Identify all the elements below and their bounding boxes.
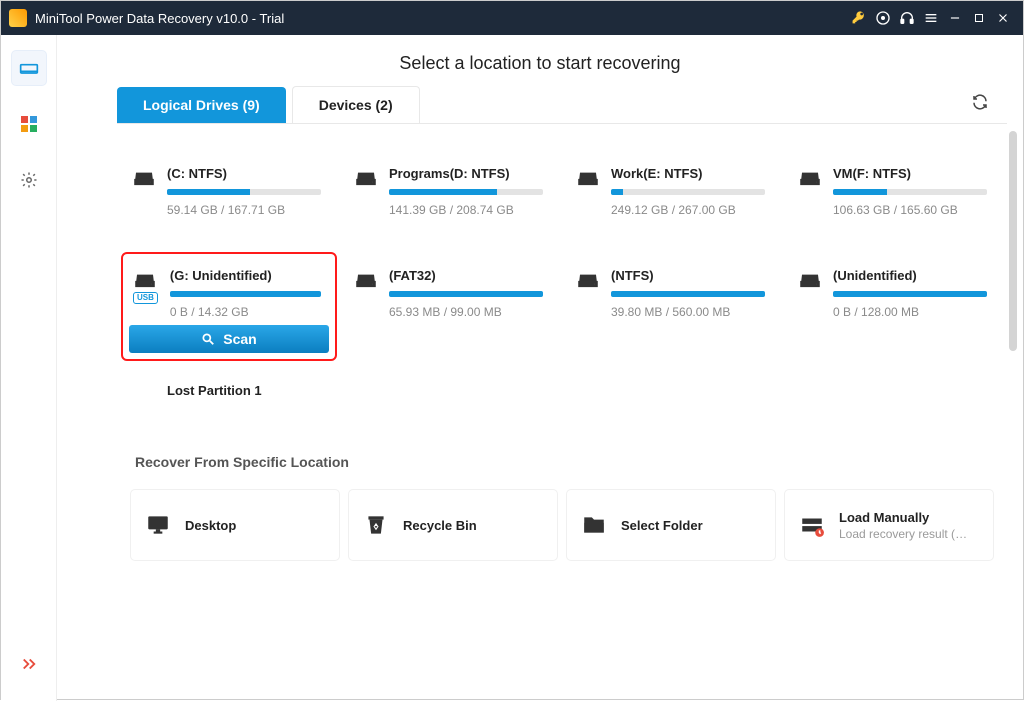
sidebar — [1, 35, 57, 701]
drive-usage: 59.14 GB / 167.71 GB — [167, 203, 321, 217]
usage-bar — [611, 189, 765, 195]
location-title: Load Manually — [839, 510, 969, 525]
drive-usage: 106.63 GB / 165.60 GB — [833, 203, 987, 217]
location-card[interactable]: Desktop — [131, 490, 339, 560]
drive-card[interactable]: (C: NTFS) 59.14 GB / 167.71 GB — [123, 152, 335, 244]
usage-bar — [167, 189, 321, 195]
drive-card[interactable]: Work(E: NTFS) 249.12 GB / 267.00 GB — [567, 152, 779, 244]
location-icon — [799, 512, 825, 538]
tabs-row: Logical Drives (9) Devices (2) — [117, 86, 1007, 124]
drive-name: VM(F: NTFS) — [833, 166, 987, 181]
location-title: Desktop — [185, 518, 236, 533]
lost-partition-label: Lost Partition 1 — [167, 383, 325, 398]
usage-bar — [833, 189, 987, 195]
drive-name: Work(E: NTFS) — [611, 166, 765, 181]
disc-icon[interactable] — [871, 6, 895, 30]
location-grid: Desktop Recycle Bin Select Folder Load Manu… — [131, 490, 993, 560]
specific-location-heading: Recover From Specific Location — [131, 454, 993, 470]
drive-usage: 0 B / 128.00 MB — [833, 305, 987, 319]
titlebar: MiniTool Power Data Recovery v10.0 - Tri… — [1, 1, 1023, 35]
location-icon — [363, 512, 389, 538]
location-icon — [581, 512, 607, 538]
sidebar-item-apps[interactable] — [12, 107, 46, 141]
drive-name: (C: NTFS) — [167, 166, 321, 181]
scrollbar[interactable] — [1009, 131, 1017, 521]
usage-bar — [611, 291, 765, 297]
drive-usage: 249.12 GB / 267.00 GB — [611, 203, 765, 217]
drive-name: (FAT32) — [389, 268, 543, 283]
page-title: Select a location to start recovering — [57, 35, 1023, 86]
scan-label: Scan — [223, 331, 256, 347]
scrollbar-thumb[interactable] — [1009, 131, 1017, 351]
usage-bar — [833, 291, 987, 297]
drive-name: (G: Unidentified) — [170, 268, 321, 283]
drive-name: (Unidentified) — [833, 268, 987, 283]
drive-name: (NTFS) — [611, 268, 765, 283]
menu-icon[interactable] — [919, 6, 943, 30]
drive-card[interactable]: VM(F: NTFS) 106.63 GB / 165.60 GB — [789, 152, 1001, 244]
drive-usage: 65.93 MB / 99.00 MB — [389, 305, 543, 319]
location-title: Select Folder — [621, 518, 703, 533]
usage-bar — [389, 291, 543, 297]
location-card[interactable]: Select Folder — [567, 490, 775, 560]
location-card[interactable]: Load Manually Load recovery result (*... — [785, 490, 993, 560]
drive-card[interactable]: (NTFS) 39.80 MB / 560.00 MB — [567, 254, 779, 359]
drive-name: Programs(D: NTFS) — [389, 166, 543, 181]
usage-bar — [389, 189, 543, 195]
sidebar-item-settings[interactable] — [12, 163, 46, 197]
drive-card[interactable]: USB (G: Unidentified) 0 B / 14.32 GB Scan — [123, 254, 335, 359]
specific-location-section: Recover From Specific Location Desktop Re… — [117, 438, 1007, 580]
drive-usage: 141.39 GB / 208.74 GB — [389, 203, 543, 217]
drive-usage: 0 B / 14.32 GB — [170, 305, 321, 319]
usb-badge: USB — [133, 292, 158, 304]
location-title: Recycle Bin — [403, 518, 477, 533]
close-icon[interactable] — [991, 6, 1015, 30]
main-content: Select a location to start recovering Lo… — [57, 35, 1023, 701]
drive-grid: (C: NTFS) 59.14 GB / 167.71 GB Programs(D:… — [117, 124, 1007, 369]
minimize-icon[interactable] — [943, 6, 967, 30]
drive-card[interactable]: Programs(D: NTFS) 141.39 GB / 208.74 GB — [345, 152, 557, 244]
tab-logical-drives[interactable]: Logical Drives (9) — [117, 87, 286, 123]
sidebar-collapse-icon[interactable] — [12, 647, 46, 681]
drive-usage: 39.80 MB / 560.00 MB — [611, 305, 765, 319]
drive-card[interactable]: (Unidentified) 0 B / 128.00 MB — [789, 254, 1001, 359]
tab-devices[interactable]: Devices (2) — [292, 86, 420, 123]
location-card[interactable]: Recycle Bin — [349, 490, 557, 560]
scan-button[interactable]: Scan — [129, 325, 329, 353]
usage-bar — [170, 291, 321, 297]
sidebar-item-recovery[interactable] — [12, 51, 46, 85]
refresh-icon[interactable] — [965, 87, 995, 122]
drive-card[interactable]: (FAT32) 65.93 MB / 99.00 MB — [345, 254, 557, 359]
app-logo — [9, 9, 27, 27]
drives-panel: Logical Drives (9) Devices (2) (C: NTFS)… — [117, 86, 1007, 422]
lost-partition-card[interactable]: Lost Partition 1 — [123, 369, 335, 412]
location-subtitle: Load recovery result (*... — [839, 527, 969, 541]
maximize-icon[interactable] — [967, 6, 991, 30]
location-icon — [145, 512, 171, 538]
window-title: MiniTool Power Data Recovery v10.0 - Tri… — [35, 11, 284, 26]
key-icon[interactable] — [847, 6, 871, 30]
headphones-icon[interactable] — [895, 6, 919, 30]
